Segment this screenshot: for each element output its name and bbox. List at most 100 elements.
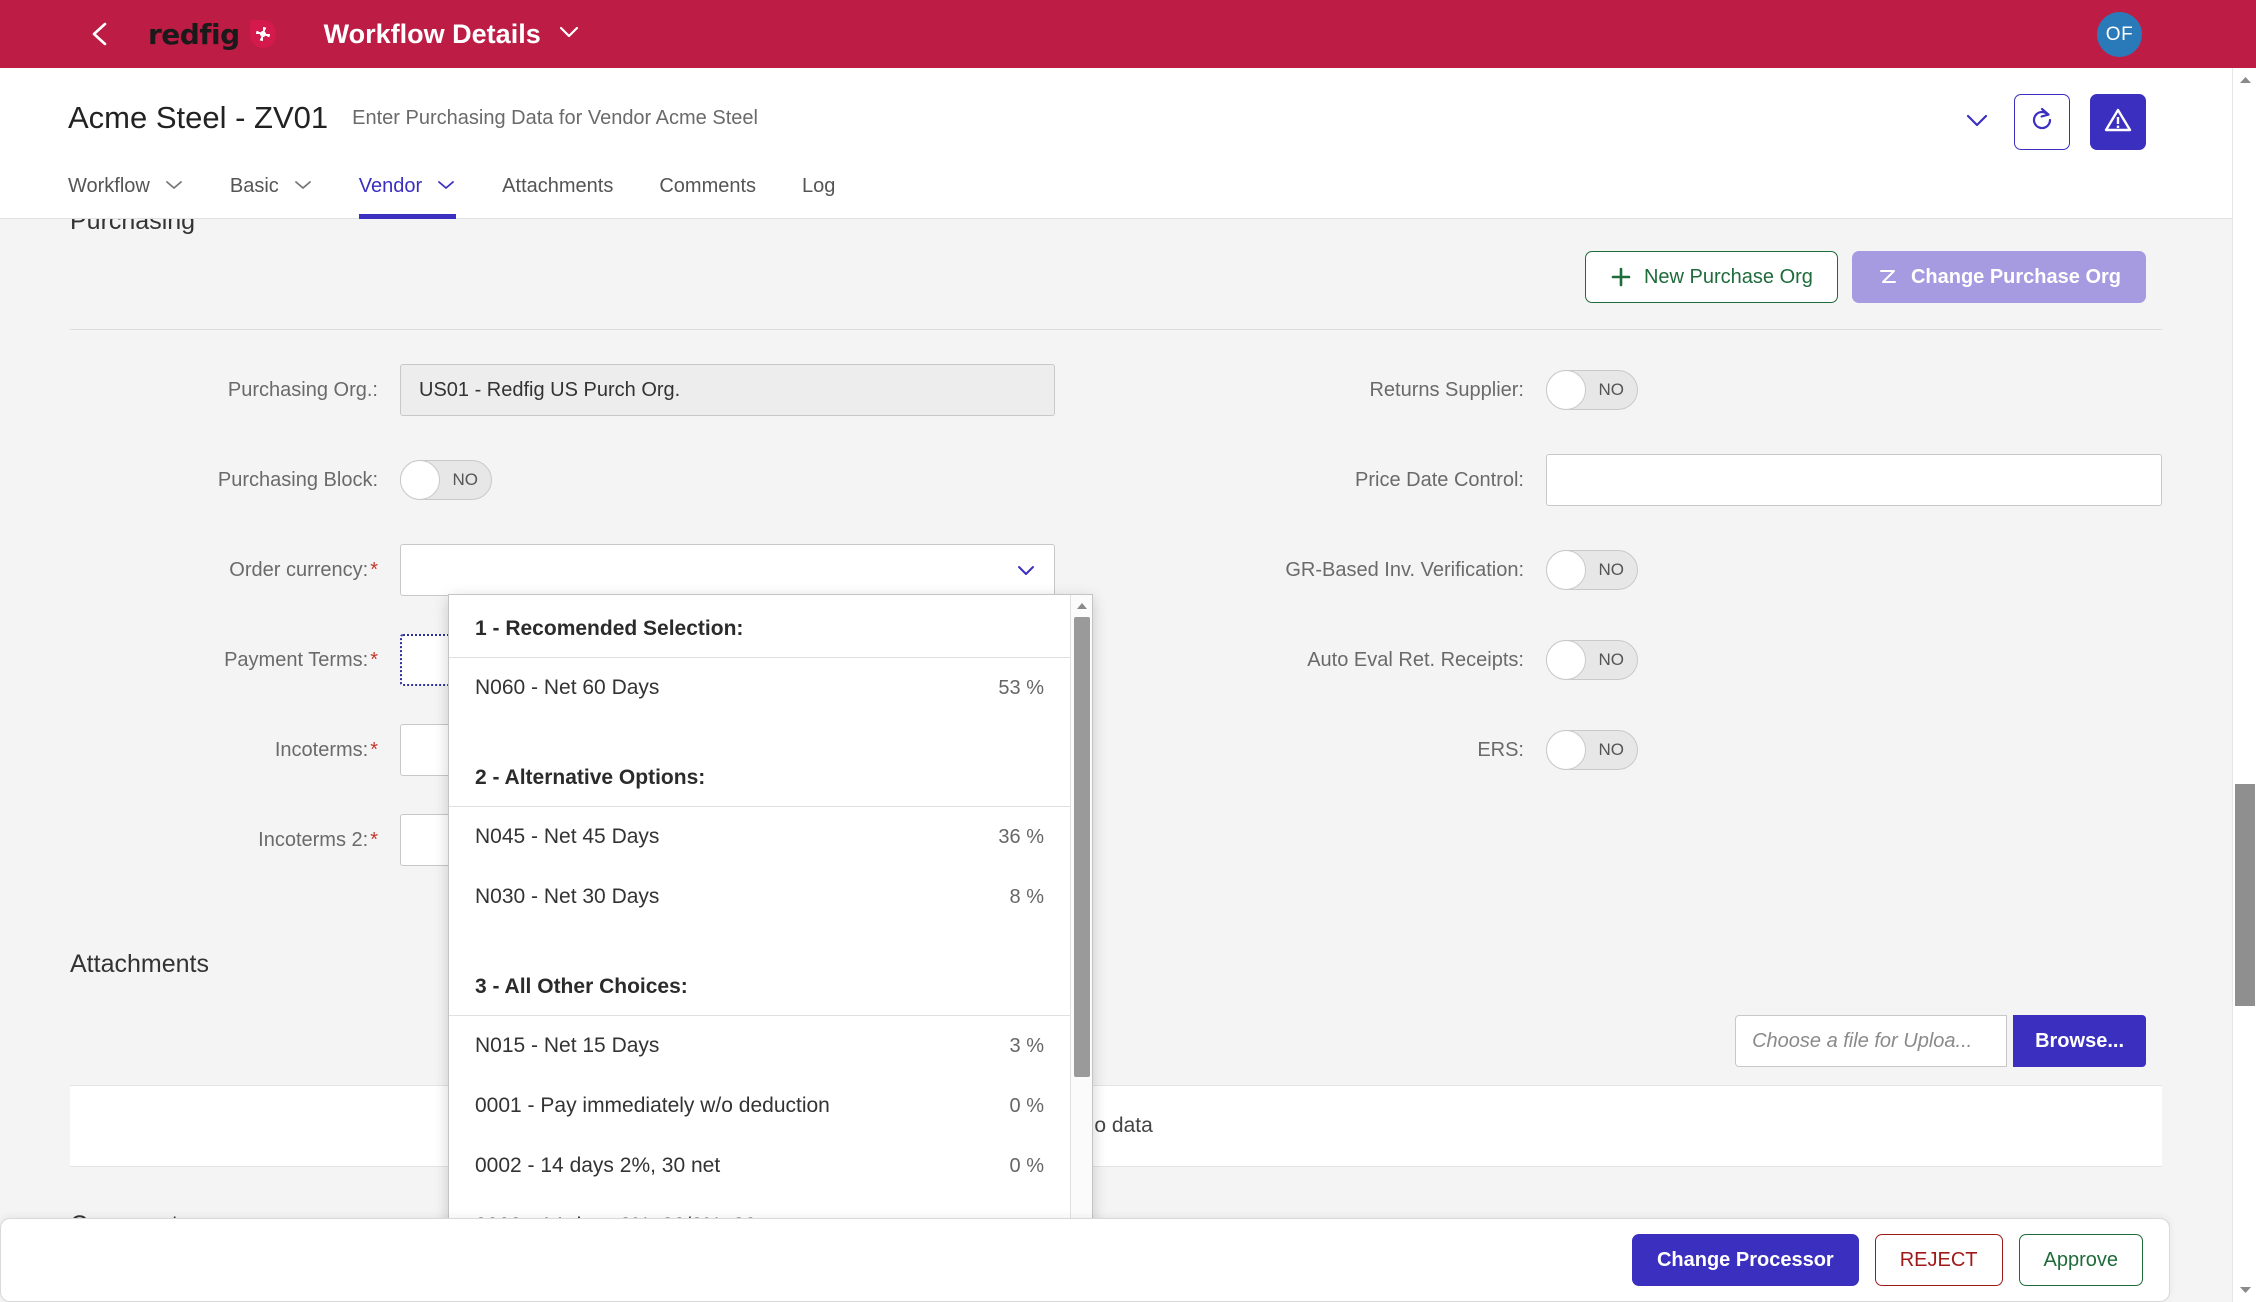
purchasing-org-input[interactable]: US01 - Redfig US Purch Org. [400,364,1055,416]
reject-button[interactable]: REJECT [1874,1234,2003,1286]
chevron-down-icon [293,178,313,196]
toggle-knob [1546,640,1586,680]
field-label: Payment Terms: * [70,649,400,672]
tab-vendor[interactable]: Vendor [358,155,457,219]
auto-eval-ret-receipts-toggle[interactable]: NO [1546,640,1638,680]
dropdown-spacer [449,718,1070,744]
order-currency-select[interactable] [400,544,1055,596]
dropdown-option[interactable]: N015 - Net 15 Days 3 % [449,1016,1070,1076]
payment-terms-dropdown-list[interactable]: 1 - Recomended Selection: N060 - Net 60 … [448,594,1093,1302]
required-marker: * [370,558,378,581]
top-navigation-bar: redfig Workflow Details OF [0,0,2232,68]
back-button[interactable] [72,0,128,68]
ers-toggle[interactable]: NO [1546,730,1638,770]
change-purchase-org-button[interactable]: Change Purchase Org [1851,251,2146,303]
dropdown-group-heading: 1 - Recomended Selection: [449,595,1070,658]
field-label: Order currency: * [70,559,400,582]
field-returns-supplier: Returns Supplier: NO [1116,364,2162,416]
browse-button[interactable]: Browse... [2013,1015,2146,1067]
document-header: Acme Steel - ZV01 Enter Purchasing Data … [0,68,2232,168]
option-label: 0002 - 14 days 2%, 30 net [475,1154,721,1177]
purchasing-org-value: US01 - Redfig US Purch Org. [419,378,681,401]
dropdown-option[interactable]: N030 - Net 30 Days 8 % [449,867,1070,927]
dropdown-option[interactable]: 0002 - 14 days 2%, 30 net 0 % [449,1136,1070,1196]
dropdown-option[interactable]: N045 - Net 45 Days 36 % [449,807,1070,867]
tab-label: Comments [659,175,757,197]
validation-alert-button[interactable] [2090,94,2146,150]
option-percent: 0 % [1009,1154,1044,1177]
change-processor-button[interactable]: Change Processor [1631,1234,1859,1286]
tab-comments[interactable]: Comments [659,155,756,219]
toggle-knob [1546,370,1586,410]
chevron-down-icon [1014,563,1038,577]
dropdown-spacer [449,927,1070,953]
tab-label: Workflow [68,175,150,197]
tab-basic[interactable]: Basic [230,155,313,219]
dropdown-scroll-area: 1 - Recomended Selection: N060 - Net 60 … [449,595,1070,1301]
price-date-control-input[interactable] [1546,454,2162,506]
gr-based-inv-verification-toggle[interactable]: NO [1546,550,1638,590]
triangle-down-icon[interactable] [2233,1280,2256,1300]
change-processor-label: Change Processor [1656,1248,1834,1271]
refresh-button[interactable] [2014,94,2070,150]
tab-bar: Workflow Basic Vendor Attachments Commen… [0,155,2232,219]
page-scrollbar[interactable] [2232,68,2256,1302]
plus-icon [1610,266,1632,288]
page-scrollbar-thumb[interactable] [2235,784,2255,1006]
file-name-input[interactable]: Choose a file for Uploa... [1735,1015,2008,1067]
tab-label: Attachments [502,175,614,197]
field-purchasing-org: Purchasing Org.: US01 - Redfig US Purch … [70,364,1116,416]
field-label-text: Payment Terms: [224,648,369,671]
brand-logo[interactable]: redfig [148,18,276,51]
avatar-initials: OF [2105,23,2134,45]
tab-workflow[interactable]: Workflow [68,155,184,219]
field-label: Auto Eval Ret. Receipts: [1307,648,1524,671]
upload-row: Choose a file for Uploa... Browse... [0,1005,2232,1085]
new-purchase-org-button[interactable]: New Purchase Org [1584,251,1838,303]
chevron-down-icon [164,178,184,196]
warning-triangle-icon [2103,106,2133,139]
tab-label: Vendor [358,175,423,197]
field-purchasing-block: Purchasing Block: NO [70,454,1116,506]
chevron-down-icon [1962,111,1992,134]
page-title: Workflow Details [323,18,541,49]
attachments-section: Attachments Choose a file for Uploa... B… [0,950,2232,1167]
toggle-knob [400,460,440,500]
required-marker: * [370,738,378,761]
triangle-up-icon[interactable] [2233,70,2256,90]
field-gr-based-inv-verification: GR-Based Inv. Verification: NO [1116,544,2162,596]
tab-label: Log [802,175,836,197]
dropdown-scrollbar-thumb[interactable] [1074,617,1090,1077]
user-avatar[interactable]: OF [2097,12,2142,57]
purchasing-block-toggle[interactable]: NO [400,460,492,500]
toggle-value: NO [1598,740,1625,759]
purchasing-section-header: Purchasing New Purchase Org Change Purch… [0,219,2232,329]
dropdown-option[interactable]: N060 - Net 60 Days 53 % [449,658,1070,718]
field-label-text: Incoterms 2: [258,828,369,851]
tab-attachments[interactable]: Attachments [502,155,613,219]
dropdown-option[interactable]: 0001 - Pay immediately w/o deduction 0 % [449,1076,1070,1136]
dropdown-group-heading: 2 - Alternative Options: [449,744,1070,807]
dropdown-scrollbar[interactable] [1070,595,1092,1301]
collapse-header-button[interactable] [1960,105,1994,139]
approve-button[interactable]: Approve [2018,1234,2143,1286]
option-percent: 0 % [1009,1094,1044,1117]
field-label: Incoterms: * [70,739,400,762]
field-label-text: Order currency: [229,558,369,581]
swap-icon [1877,266,1899,288]
returns-supplier-toggle[interactable]: NO [1546,370,1638,410]
dropdown-group-heading: 3 - All Other Choices: [449,953,1070,1016]
form-column-right: Returns Supplier: NO Price Date Control:… [1116,364,2162,904]
page-title-menu[interactable]: Workflow Details [324,19,581,50]
document-title: Acme Steel - ZV01 [68,100,329,135]
field-label: Price Date Control: [1355,468,1524,491]
browse-label: Browse... [2035,1029,2124,1052]
file-placeholder: Choose a file for Uploa... [1752,1029,1973,1052]
option-percent: 3 % [1009,1034,1044,1057]
tab-log[interactable]: Log [802,155,835,219]
field-price-date-control: Price Date Control: [1116,454,2162,506]
field-label: Purchasing Block: [217,468,378,491]
field-label: Purchasing Org.: [227,378,378,401]
new-purchase-org-label: New Purchase Org [1643,265,1813,288]
triangle-up-icon[interactable] [1071,595,1092,617]
